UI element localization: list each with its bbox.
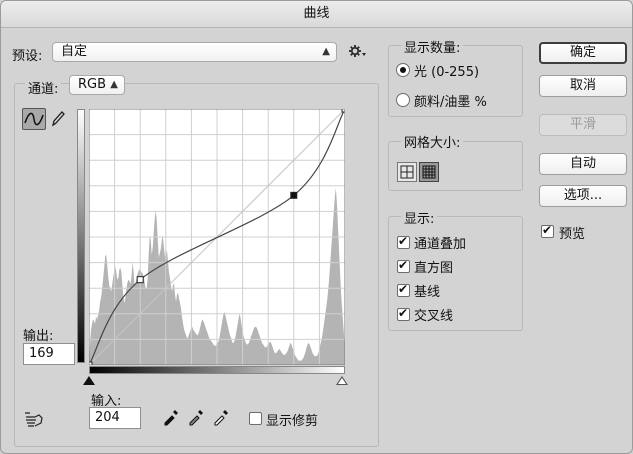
preview-checkbox[interactable]: [541, 225, 554, 238]
black-point-slider[interactable]: [83, 376, 95, 385]
output-field[interactable]: 169: [23, 343, 75, 365]
output-gradient-bar: [77, 109, 85, 363]
channel-label: 通道:: [25, 78, 62, 97]
pencil-tool-icon[interactable]: [49, 109, 67, 129]
grid-size-title: 网格大小:: [401, 132, 464, 151]
curve-graph[interactable]: [89, 109, 345, 365]
histogram-checkbox[interactable]: [397, 260, 410, 273]
curves-dialog: 曲线 预设: 自定 ▲︎ 通道: RGB ▲︎ 输出: 169 输入: 204 …: [0, 0, 633, 454]
black-eyedropper-icon[interactable]: [162, 408, 180, 426]
window-title: 曲线: [1, 1, 632, 28]
curve-point-tool-icon[interactable]: [22, 108, 46, 130]
histogram-label: 直方图: [414, 261, 454, 276]
targeted-adjustment-hand-icon[interactable]: [23, 409, 47, 429]
input-field[interactable]: 204: [89, 407, 141, 429]
preset-value: 自定: [61, 44, 88, 59]
show-options-title: 显示:: [401, 208, 438, 227]
show-amount-title: 显示数量:: [401, 37, 464, 56]
gray-eyedropper-icon[interactable]: [187, 408, 205, 426]
show-clipping-label: 显示修剪: [266, 414, 319, 429]
stepper-arrows-icon: ▲︎: [110, 79, 118, 90]
output-label: 输出:: [23, 329, 54, 344]
intersection-line-label: 交叉线: [414, 309, 454, 324]
smooth-button[interactable]: 平滑: [539, 114, 627, 136]
pigment-radio-label: 颜料/油墨 %: [414, 95, 487, 110]
curve-point-active[interactable]: [290, 191, 298, 199]
channel-select[interactable]: RGB ▲︎: [69, 75, 125, 95]
light-radio[interactable]: [396, 63, 410, 77]
pigment-radio[interactable]: [396, 93, 410, 107]
white-eyedropper-icon[interactable]: [212, 408, 230, 426]
channel-overlays-checkbox[interactable]: [397, 236, 410, 249]
input-gradient-bar: [89, 366, 345, 374]
baseline-label: 基线: [414, 285, 441, 300]
show-clipping-checkbox[interactable]: [249, 412, 262, 425]
detailed-grid-icon[interactable]: [419, 162, 439, 182]
preset-label: 预设:: [12, 49, 43, 64]
preview-label: 预览: [559, 227, 586, 242]
preset-options-gear-icon[interactable]: [347, 41, 367, 61]
channel-overlays-label: 通道叠加: [414, 237, 467, 252]
options-button[interactable]: 选项...: [539, 185, 627, 207]
light-radio-label: 光 (0-255): [414, 65, 480, 80]
simple-grid-icon[interactable]: [397, 162, 417, 182]
curve-point[interactable]: [136, 276, 144, 284]
baseline-checkbox[interactable]: [397, 284, 410, 297]
intersection-line-checkbox[interactable]: [397, 308, 410, 321]
auto-button[interactable]: 自动: [539, 153, 627, 175]
stepper-arrows-icon: ▲︎: [322, 46, 330, 57]
channel-value: RGB: [78, 77, 107, 92]
cancel-button[interactable]: 取消: [539, 75, 627, 97]
preset-select[interactable]: 自定 ▲︎: [52, 42, 337, 62]
white-point-slider-fill: [338, 378, 346, 384]
ok-button[interactable]: 确定: [539, 42, 627, 64]
